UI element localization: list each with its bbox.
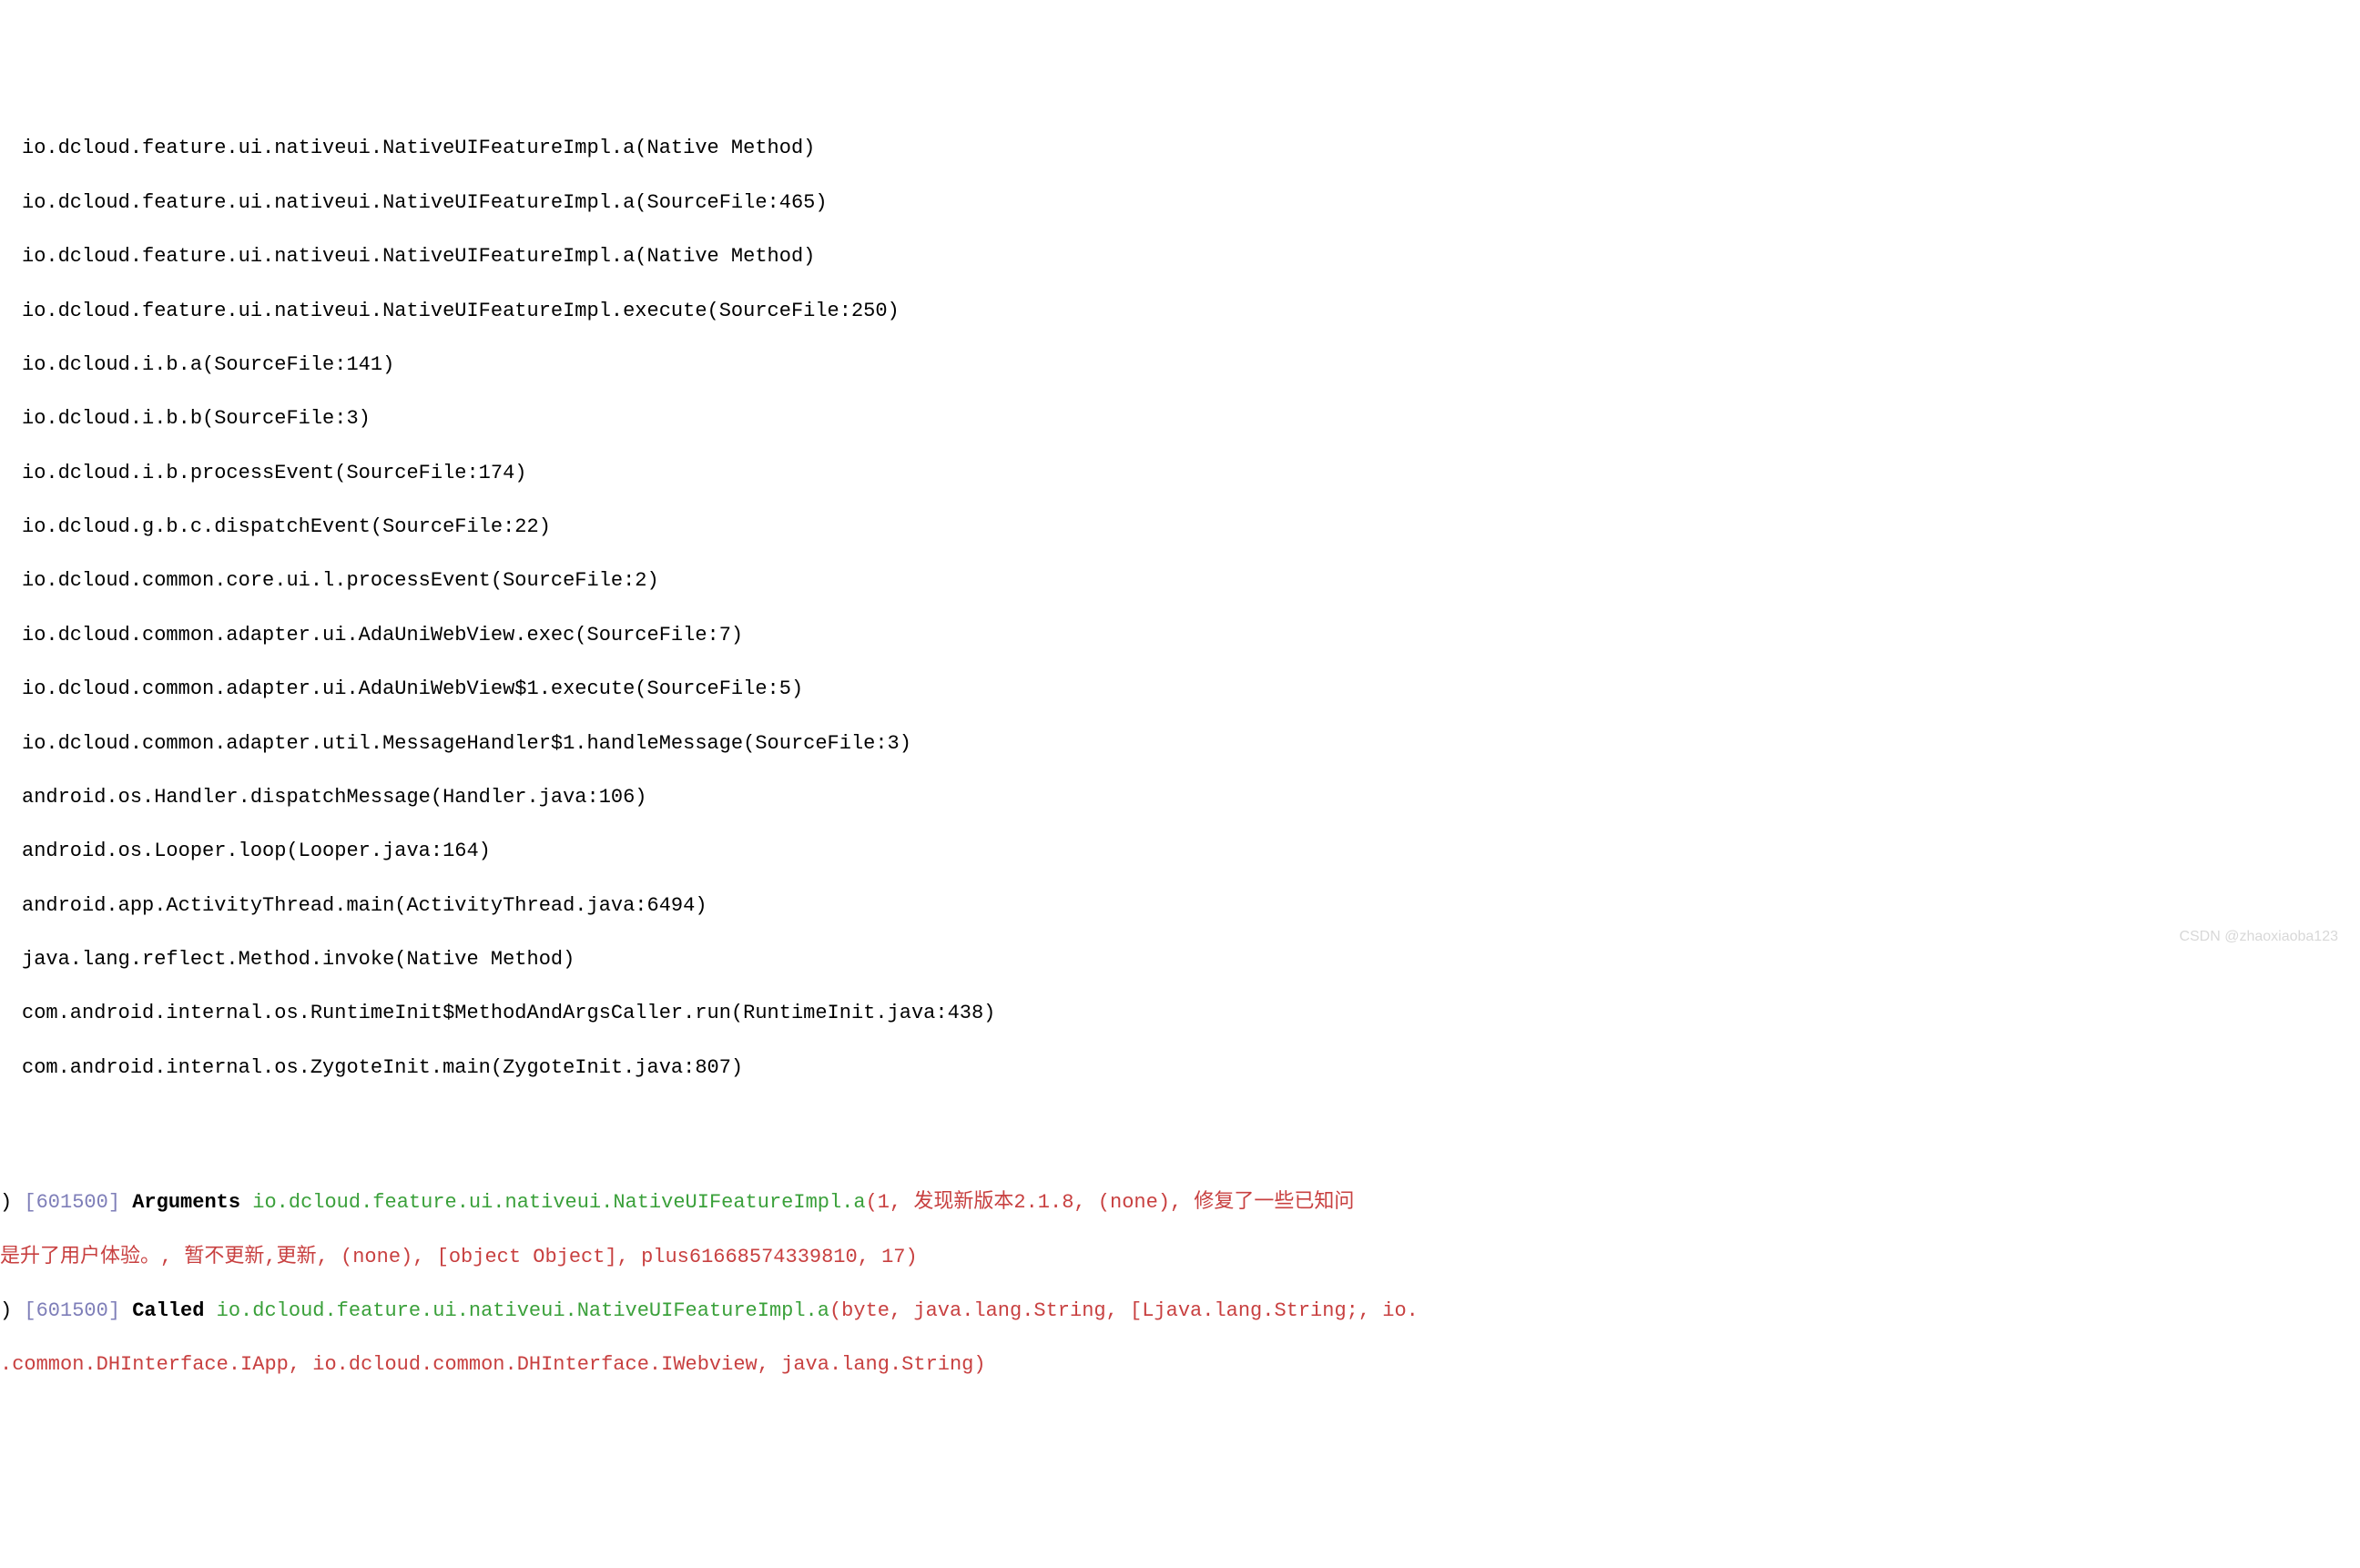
stack-line: android.app.ActivityThread.main(Activity… xyxy=(22,892,2360,920)
stack-line: android.os.Handler.dispatchMessage(Handl… xyxy=(22,784,2360,811)
log-called-line: ) [601500] Called io.dcloud.feature.ui.n… xyxy=(0,1298,2360,1325)
stack-trace: io.dcloud.feature.ui.nativeui.NativeUIFe… xyxy=(0,108,2360,1108)
log-args: 1, 发现新版本2.1.8, (none), 修复了一些已知问 xyxy=(878,1191,1355,1214)
log-label: Called xyxy=(120,1299,217,1322)
log-prefix: ) xyxy=(0,1299,24,1322)
stack-line: io.dcloud.i.b.b(SourceFile:3) xyxy=(22,405,2360,433)
stack-line: io.dcloud.feature.ui.nativeui.NativeUIFe… xyxy=(22,298,2360,325)
stack-line: io.dcloud.i.b.processEvent(SourceFile:17… xyxy=(22,460,2360,487)
log-open-paren: ( xyxy=(866,1191,878,1214)
stack-line: com.android.internal.os.ZygoteInit.main(… xyxy=(22,1054,2360,1082)
stack-line: io.dcloud.feature.ui.nativeui.NativeUIFe… xyxy=(22,135,2360,162)
stack-line: java.lang.reflect.Method.invoke(Native M… xyxy=(22,946,2360,973)
stack-line: io.dcloud.feature.ui.nativeui.NativeUIFe… xyxy=(22,243,2360,270)
log-called-continuation: .common.DHInterface.IApp, io.dcloud.comm… xyxy=(0,1351,2360,1379)
log-label: Arguments xyxy=(120,1191,252,1214)
log-arguments-line: ) [601500] Arguments io.dcloud.feature.u… xyxy=(0,1189,2360,1217)
stack-line: io.dcloud.feature.ui.nativeui.NativeUIFe… xyxy=(22,189,2360,217)
log-arguments-continuation: 是升了用户体验。, 暂不更新,更新, (none), [object Objec… xyxy=(0,1244,2360,1271)
watermark: CSDN @zhaoxiaoba123 xyxy=(2179,927,2338,947)
log-open-paren: ( xyxy=(829,1299,841,1322)
stack-line: io.dcloud.g.b.c.dispatchEvent(SourceFile… xyxy=(22,514,2360,541)
log-prefix: ) xyxy=(0,1191,24,1214)
stack-line: io.dcloud.i.b.a(SourceFile:141) xyxy=(22,351,2360,379)
log-args: 是升了用户体验。, 暂不更新,更新, (none), [object Objec… xyxy=(0,1246,918,1268)
stack-line: io.dcloud.common.adapter.ui.AdaUniWebVie… xyxy=(22,622,2360,649)
log-args: .common.DHInterface.IApp, io.dcloud.comm… xyxy=(0,1353,986,1376)
stack-line: io.dcloud.common.adapter.ui.AdaUniWebVie… xyxy=(22,676,2360,703)
stack-line: com.android.internal.os.RuntimeInit$Meth… xyxy=(22,1000,2360,1027)
blank-line xyxy=(0,1135,2360,1163)
stack-line: io.dcloud.common.adapter.util.MessageHan… xyxy=(22,730,2360,758)
log-args: byte, java.lang.String, [Ljava.lang.Stri… xyxy=(841,1299,1419,1322)
log-tag: [601500] xyxy=(24,1299,120,1322)
log-method: io.dcloud.feature.ui.nativeui.NativeUIFe… xyxy=(252,1191,865,1214)
log-method: io.dcloud.feature.ui.nativeui.NativeUIFe… xyxy=(217,1299,829,1322)
stack-line: io.dcloud.common.core.ui.l.processEvent(… xyxy=(22,567,2360,595)
log-tag: [601500] xyxy=(24,1191,120,1214)
stack-line: android.os.Looper.loop(Looper.java:164) xyxy=(22,838,2360,865)
